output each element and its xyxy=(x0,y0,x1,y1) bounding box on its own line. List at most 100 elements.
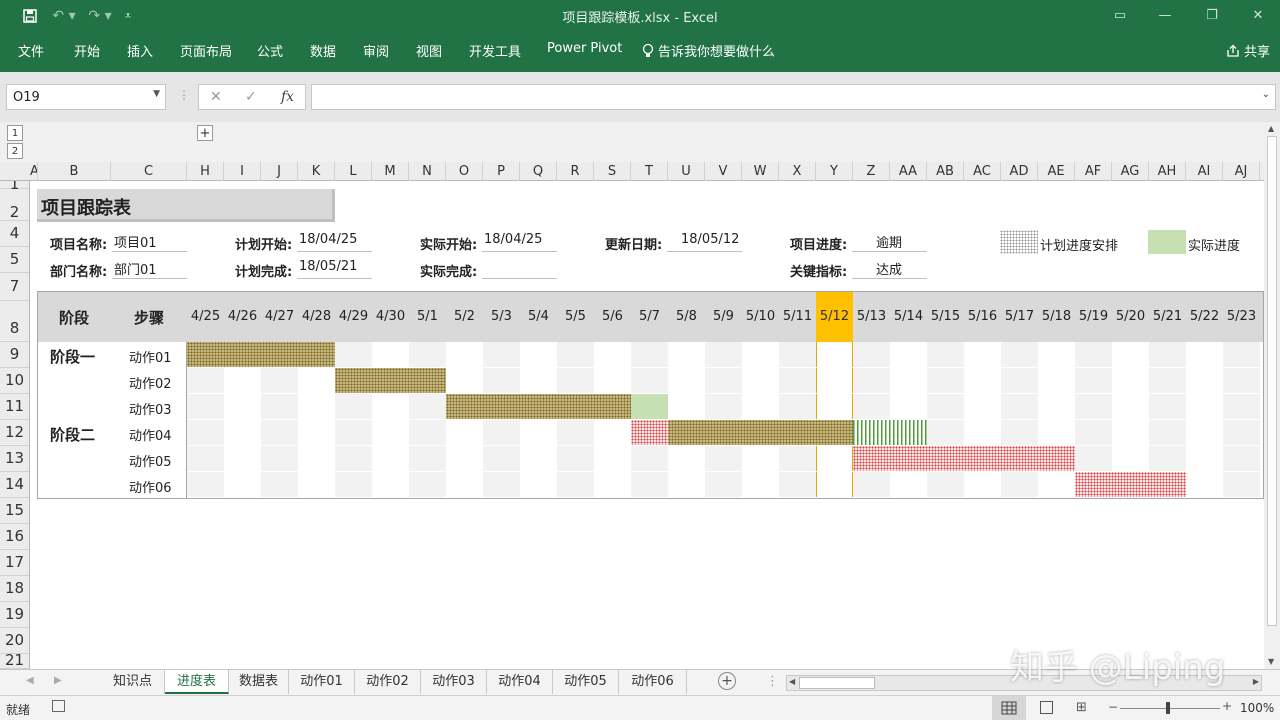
row-header[interactable]: 18 xyxy=(0,576,29,602)
column-header[interactable]: B xyxy=(38,162,111,181)
worksheet[interactable]: 项目跟踪表 项目名称: 项目01 部门名称: 部门01 计划开始: 18/04/… xyxy=(30,181,1264,669)
tab-scroll-right-icon[interactable]: ▶ xyxy=(54,675,62,686)
column-header[interactable]: P xyxy=(483,162,520,181)
insert-function-icon[interactable]: fx xyxy=(281,89,294,105)
column-header[interactable]: W xyxy=(742,162,779,181)
column-header[interactable]: AG xyxy=(1112,162,1149,181)
zoom-level[interactable]: 100% xyxy=(1240,701,1274,715)
name-box-dropdown-icon[interactable]: ▼ xyxy=(153,89,160,99)
sheet-tab[interactable]: 知识点 xyxy=(101,670,165,694)
update-date-value[interactable]: 18/05/12 xyxy=(667,232,742,252)
actual-bar[interactable] xyxy=(631,394,668,419)
column-header[interactable]: O xyxy=(446,162,483,181)
row-header[interactable]: 14 xyxy=(0,472,29,498)
column-header[interactable]: C xyxy=(111,162,187,181)
sheet-tab[interactable]: 动作02 xyxy=(355,670,421,694)
row-header[interactable]: 17 xyxy=(0,550,29,576)
column-header[interactable]: S xyxy=(594,162,631,181)
row-header[interactable]: 8 xyxy=(0,301,29,342)
column-header[interactable]: T xyxy=(631,162,668,181)
plan-bar[interactable] xyxy=(668,420,853,445)
row-header[interactable]: 1 xyxy=(0,181,29,192)
plan-bar[interactable] xyxy=(187,342,335,367)
sheet-tab[interactable]: 动作05 xyxy=(553,670,619,694)
column-header[interactable]: H xyxy=(187,162,224,181)
plan-start-value[interactable]: 18/04/25 xyxy=(297,232,372,252)
dept-value[interactable]: 部门01 xyxy=(112,259,187,279)
row-header[interactable]: 21 xyxy=(0,653,29,669)
cancel-icon[interactable]: ✕ xyxy=(210,89,222,105)
tab-developer[interactable]: 开发工具 xyxy=(469,41,521,60)
overdue-bar[interactable] xyxy=(631,420,668,445)
column-header[interactable]: I xyxy=(224,162,261,181)
column-header[interactable]: V xyxy=(705,162,742,181)
plan-bar[interactable] xyxy=(335,368,446,393)
row-header[interactable]: 13 xyxy=(0,446,29,472)
row-header[interactable]: 12 xyxy=(0,420,29,446)
horizontal-scroll-thumb[interactable] xyxy=(799,677,875,689)
sheet-tab[interactable]: 动作01 xyxy=(289,670,355,694)
name-box[interactable]: O19 ▼ xyxy=(6,84,166,110)
vertical-scrollbar[interactable]: ▲ ▼ xyxy=(1264,122,1280,669)
formula-input[interactable]: ⌄ xyxy=(311,84,1276,110)
column-header[interactable]: R xyxy=(557,162,594,181)
vertical-scroll-thumb[interactable] xyxy=(1267,136,1277,626)
tab-power-pivot[interactable]: Power Pivot xyxy=(547,41,622,56)
column-header[interactable]: AE xyxy=(1038,162,1075,181)
column-header[interactable]: AF xyxy=(1075,162,1112,181)
scroll-up-icon[interactable]: ▲ xyxy=(1268,124,1274,133)
new-sheet-icon[interactable]: + xyxy=(718,672,736,690)
zoom-in-icon[interactable]: + xyxy=(1222,699,1232,713)
ribbon-display-icon[interactable]: ▭ xyxy=(1105,4,1135,26)
page-layout-view-icon[interactable] xyxy=(1040,701,1053,714)
column-header[interactable]: AA xyxy=(890,162,927,181)
column-header[interactable]: L xyxy=(335,162,372,181)
minimize-icon[interactable]: — xyxy=(1150,4,1180,26)
sheet-tab-active[interactable]: 进度表 xyxy=(165,670,229,694)
column-header[interactable]: M xyxy=(372,162,409,181)
outline-level-1[interactable]: 1 xyxy=(7,125,23,141)
tab-page-layout[interactable]: 页面布局 xyxy=(180,41,232,60)
row-header[interactable]: 7 xyxy=(0,273,29,301)
row-header[interactable]: 11 xyxy=(0,394,29,420)
column-header[interactable]: AC xyxy=(964,162,1001,181)
zoom-slider[interactable] xyxy=(1120,708,1220,709)
column-header[interactable]: N xyxy=(409,162,446,181)
row-header[interactable]: 16 xyxy=(0,524,29,550)
macro-record-icon[interactable] xyxy=(52,700,65,712)
tab-formulas[interactable]: 公式 xyxy=(257,41,283,60)
sheet-tab[interactable]: 动作06 xyxy=(619,670,687,694)
column-header[interactable]: Y xyxy=(816,162,853,181)
tab-split-grip-icon[interactable]: ⋮ xyxy=(766,674,779,689)
overdue-bar[interactable] xyxy=(853,446,1075,471)
enter-icon[interactable]: ✓ xyxy=(245,89,257,105)
row-header[interactable]: 2 xyxy=(0,189,29,221)
sheet-tab[interactable]: 动作04 xyxy=(487,670,553,694)
column-header[interactable]: AJ xyxy=(1223,162,1260,181)
sheet-tab[interactable]: 动作03 xyxy=(421,670,487,694)
project-name-value[interactable]: 项目01 xyxy=(112,232,187,252)
restore-icon[interactable]: ❐ xyxy=(1197,4,1227,26)
scroll-down-icon[interactable]: ▼ xyxy=(1268,657,1274,666)
tab-view[interactable]: 视图 xyxy=(416,41,442,60)
tell-me-box[interactable]: 告诉我你想要做什么 xyxy=(642,41,775,60)
expand-formula-icon[interactable]: ⌄ xyxy=(1262,89,1270,100)
column-header[interactable]: AD xyxy=(1001,162,1038,181)
column-header[interactable]: AI xyxy=(1186,162,1223,181)
row-header[interactable]: 19 xyxy=(0,602,29,628)
row-header[interactable]: 15 xyxy=(0,498,29,524)
kpi-value[interactable]: 达成 xyxy=(852,259,927,279)
share-button[interactable]: 共享 xyxy=(1226,41,1270,60)
hscroll-right-icon[interactable]: ▶ xyxy=(1253,677,1259,686)
tab-review[interactable]: 审阅 xyxy=(363,41,389,60)
tab-data[interactable]: 数据 xyxy=(310,41,336,60)
row-header[interactable]: 10 xyxy=(0,368,29,394)
zoom-out-icon[interactable]: − xyxy=(1108,700,1118,714)
tab-scroll-left-icon[interactable]: ◀ xyxy=(26,675,34,686)
sheet-tab[interactable]: 数据表 xyxy=(229,670,289,694)
column-header[interactable]: AH xyxy=(1149,162,1186,181)
outline-level-2[interactable]: 2 xyxy=(7,143,23,159)
row-header[interactable]: 5 xyxy=(0,247,29,273)
column-header[interactable]: Z xyxy=(853,162,890,181)
overdue-bar[interactable] xyxy=(1075,472,1186,497)
